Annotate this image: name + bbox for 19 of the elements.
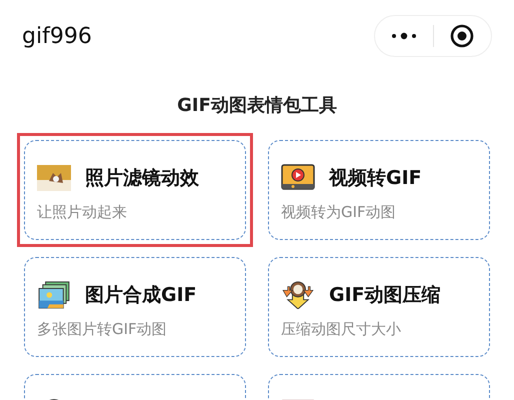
- tool-description: 多张图片转GIF动图: [37, 320, 168, 339]
- tool-card[interactable]: GIF动图压缩 压缩动图尺寸大小: [268, 257, 490, 357]
- download-arrows-icon: [281, 281, 315, 309]
- tool-description: 让照片动起来: [37, 203, 128, 222]
- tool-card[interactable]: 视频转GIF 视频转为GIF动图: [268, 140, 490, 240]
- tool-description: 视频转为GIF动图: [281, 203, 397, 222]
- tool-title: GIF动图压缩: [329, 283, 441, 308]
- landscape-images-icon: [37, 281, 71, 309]
- more-icon: [390, 32, 417, 40]
- tool-title: 图片合成GIF: [85, 283, 197, 308]
- tool-title: 照片滤镜动效: [85, 166, 199, 191]
- tool-title: 视频转GIF: [329, 166, 422, 191]
- tool-card[interactable]: 照片滤镜动效 让照片动起来: [24, 140, 246, 240]
- app-title: gif996: [22, 24, 92, 48]
- video-player-icon: [281, 164, 315, 192]
- target-icon: [450, 24, 474, 48]
- tool-description: 压缩动图尺寸大小: [281, 320, 402, 339]
- tool-card[interactable]: 图片合成GIF 多张图片转GIF动图: [24, 257, 246, 357]
- page-heading: GIF动图表情包工具: [176, 94, 338, 118]
